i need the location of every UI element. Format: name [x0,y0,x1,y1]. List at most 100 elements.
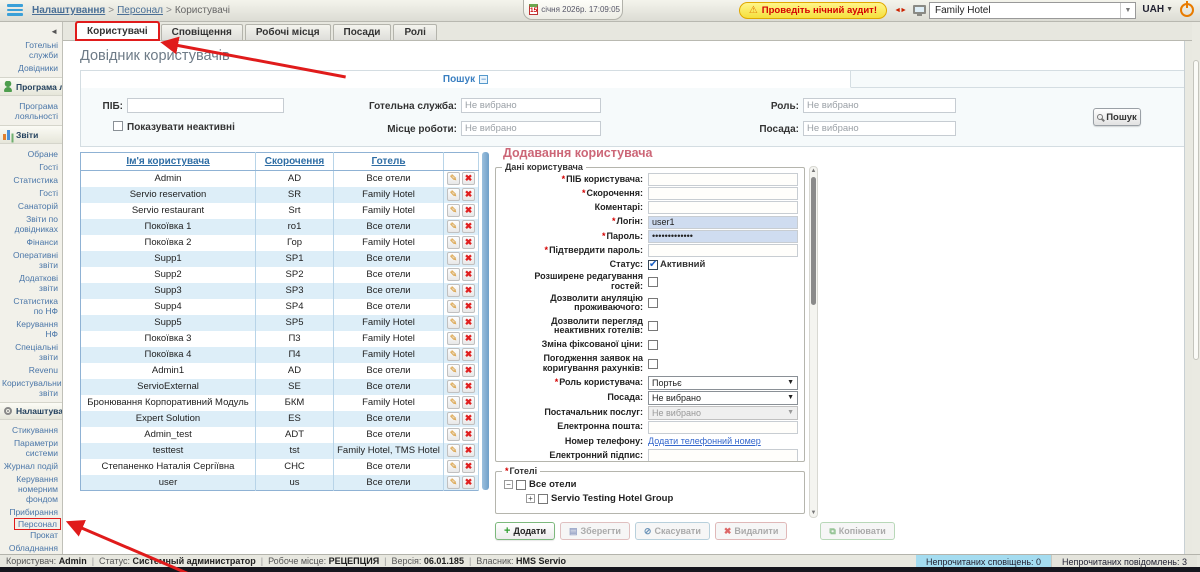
edit-row-button[interactable]: ✎ [447,268,460,281]
hotel-checkbox[interactable] [516,480,526,490]
edit-row-button[interactable]: ✎ [447,284,460,297]
scroll-down-icon[interactable]: ▼ [810,510,817,516]
sidebar-section-header[interactable]: Програма лояльності [0,77,62,96]
delete-row-button[interactable]: ✖ [462,300,475,313]
form-select[interactable]: Не вибрано▼ [648,391,798,405]
delete-row-button[interactable]: ✖ [462,204,475,217]
table-row[interactable]: Admin1ADВсе отели✎✖ [81,363,479,379]
sidebar-collapse-icon[interactable]: ◄ [50,27,58,36]
form-select[interactable]: Портьє▼ [648,376,798,390]
sidebar-item[interactable]: Готельні служби [0,38,62,61]
edit-row-button[interactable]: ✎ [447,428,460,441]
search-button[interactable]: Пошук [1093,108,1141,126]
sidebar-item[interactable]: Спеціальні звіти [0,340,62,363]
tab-item[interactable]: Посади [333,24,392,40]
table-row[interactable]: ServioExternalSEВсе отели✎✖ [81,379,479,395]
delete-row-button[interactable]: ✖ [462,188,475,201]
sidebar-item[interactable]: Стикування [0,423,62,436]
sidebar-item[interactable]: Керування номерним фондом [0,472,62,505]
edit-row-button[interactable]: ✎ [447,460,460,473]
edit-row-button[interactable]: ✎ [447,220,460,233]
table-row[interactable]: Servio restaurantSrtFamily Hotel✎✖ [81,203,479,219]
add-phone-link[interactable]: Додати телефонний номер [648,436,761,446]
table-row[interactable]: userusВсе отели✎✖ [81,475,479,491]
form-input[interactable] [648,449,798,462]
fullname-search-input[interactable] [127,98,284,113]
form-checkbox[interactable] [648,277,658,287]
edit-row-button[interactable]: ✎ [447,444,460,457]
delete-row-button[interactable]: ✖ [462,220,475,233]
logout-power-icon[interactable] [1180,3,1194,17]
table-sort-header[interactable]: Готель [334,153,444,171]
tab-active[interactable]: Користувачі [76,22,159,40]
collapse-node-icon[interactable]: − [504,480,513,489]
delete-row-button[interactable]: ✖ [462,284,475,297]
collapse-search-icon[interactable]: − [479,75,488,84]
sidebar-item[interactable]: Звіти по довідниках [0,212,62,235]
breadcrumb-item[interactable]: Персонал [117,5,163,16]
delete-row-button[interactable]: ✖ [462,476,475,489]
edit-row-button[interactable]: ✎ [447,188,460,201]
hotel-checkbox[interactable] [538,494,548,504]
edit-row-button[interactable]: ✎ [447,364,460,377]
sidebar-item[interactable]: Revenu [0,363,62,376]
sidebar-item[interactable]: Статистика по НФ [0,294,62,317]
table-row[interactable]: Покоївка 2ГорFamily Hotel✎✖ [81,235,479,251]
delete-row-button[interactable]: ✖ [462,428,475,441]
edit-row-button[interactable]: ✎ [447,204,460,217]
sidebar-item[interactable]: Гості [0,186,62,199]
form-input[interactable] [648,201,798,214]
edit-row-button[interactable]: ✎ [447,300,460,313]
form-scrollbar[interactable]: ▲ ▼ [809,166,818,518]
position-input[interactable] [803,121,956,136]
window-scrollbar[interactable] [1192,22,1200,554]
form-input[interactable] [648,173,798,186]
sidebar-item[interactable]: Обране [0,147,62,160]
sidebar-item[interactable]: Додаткові звіти [0,271,62,294]
sidebar-item[interactable]: Програма лояльності [0,99,62,122]
tab-item[interactable]: Сповіщення [161,24,243,40]
table-row[interactable]: testtesttstFamily Hotel, TMS Hotel✎✖ [81,443,479,459]
scroll-thumb[interactable] [811,177,816,305]
delete-row-button[interactable]: ✖ [462,460,475,473]
table-row[interactable]: Степаненко Наталія СергіївнаСНСВсе отели… [81,459,479,475]
table-row[interactable]: Supp2SP2Все отели✎✖ [81,267,479,283]
sidebar-section-header[interactable]: Налаштування [0,402,62,420]
table-row[interactable]: AdminADВсе отели✎✖ [81,171,479,187]
sidebar-item[interactable]: Журнал подій [0,459,62,472]
table-row[interactable]: Бронювання Корпоративний МодульБКМFamily… [81,395,479,411]
table-row[interactable]: Покоївка 3П3Family Hotel✎✖ [81,331,479,347]
edit-row-button[interactable]: ✎ [447,172,460,185]
sidebar-item[interactable]: Прибирання [0,505,62,518]
form-checkbox[interactable] [648,260,658,270]
form-checkbox[interactable] [648,359,658,369]
form-input[interactable] [648,216,798,229]
table-row[interactable]: Покоївка 1ro1Все отели✎✖ [81,219,479,235]
table-scrollbar[interactable] [482,152,489,490]
plus-button[interactable]: +Додати [495,522,555,540]
scroll-up-icon[interactable]: ▲ [810,168,817,174]
sidebar-item[interactable]: Обладнання [0,542,62,555]
table-row[interactable]: Expert SolutionESВсе отели✎✖ [81,411,479,427]
table-sort-header[interactable]: Скорочення [256,153,334,171]
window-scroll-thumb[interactable] [1193,60,1199,360]
edit-row-button[interactable]: ✎ [447,396,460,409]
sidebar-item[interactable]: Параметри системи [0,436,62,459]
delete-row-button[interactable]: ✖ [462,348,475,361]
sidebar-item-personal[interactable]: Персонал [14,518,61,530]
delete-row-button[interactable]: ✖ [462,364,475,377]
sidebar-item[interactable]: Довідники [0,61,62,74]
search-panel-header[interactable]: Пошук − [81,71,851,88]
form-input[interactable] [648,230,798,243]
sidebar-item[interactable]: Фінанси [0,235,62,248]
table-row[interactable]: Servio reservationSRFamily Hotel✎✖ [81,187,479,203]
delete-row-button[interactable]: ✖ [462,444,475,457]
table-row[interactable]: Покоївка 4П4Family Hotel✎✖ [81,347,479,363]
table-row[interactable]: Supp4SP4Все отели✎✖ [81,299,479,315]
sidebar-item[interactable]: Статистика [0,173,62,186]
form-checkbox[interactable] [648,340,658,350]
sidebar-item[interactable]: Гості [0,160,62,173]
sidebar-item[interactable]: Користувальницькі звіти [0,376,62,399]
panel-resize-arrows-icon[interactable]: ◄► [894,7,906,14]
form-checkbox[interactable] [648,321,658,331]
